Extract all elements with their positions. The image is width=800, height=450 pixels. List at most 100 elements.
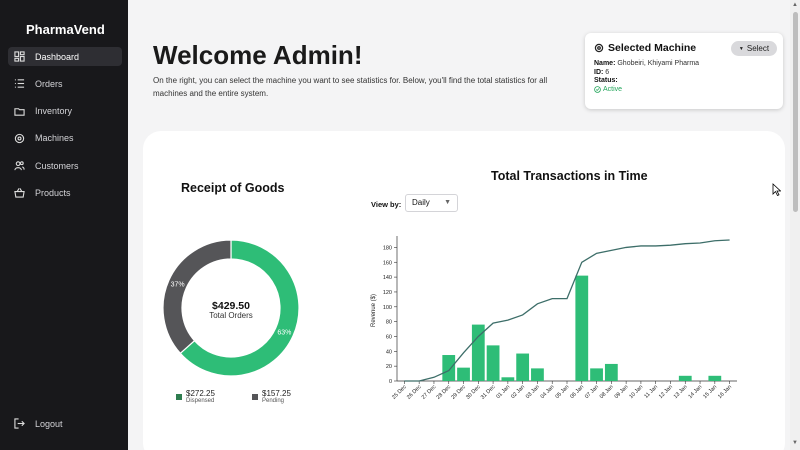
bar-01-jan [501,377,515,381]
y-tick-label: 140 [383,275,392,281]
y-tick-label: 100 [383,305,392,311]
sidebar-item-label: Inventory [35,106,73,117]
mouse-cursor-icon [772,183,781,196]
x-tick-label: 16 Jan [717,384,733,400]
x-tick-label: 15 Jan [702,384,718,400]
sidebar-item-label: Orders [35,78,63,89]
x-tick-label: 28 Dec [436,384,453,401]
logout-button[interactable]: Logout [14,418,63,429]
legend-swatch [176,394,182,400]
y-tick-label: 60 [386,334,392,340]
list-icon [14,79,25,89]
x-tick-label: 03 Jan [525,384,541,400]
legend-name: Dispensed [186,398,215,404]
sidebar-item-orders[interactable]: Orders [8,74,122,93]
machine-id-label: ID: [594,68,604,76]
x-tick-label: 07 Jan [584,384,600,400]
y-tick-label: 180 [383,245,392,251]
x-tick-label: 29 Dec [450,384,467,401]
basket-icon [14,188,25,199]
legend-value: $272.25 [186,389,215,398]
logout-label: Logout [35,418,63,429]
x-tick-label: 13 Jan [673,384,689,400]
chevron-down-icon: ▼ [738,45,744,52]
sidebar-item-products[interactable]: Products [8,183,122,202]
bar-08-jan [604,363,618,381]
y-tick-label: 0 [389,379,392,385]
transactions-chart: 0 20 40 60 80 100 120 140 160 180 Revenue ($) 25 De… [371,236,737,401]
x-tick-label: 14 Jan [688,384,704,400]
bar-07-jan [590,368,603,381]
y-tick-label: 80 [386,320,392,326]
gear-icon [594,43,604,53]
machine-details: Name: Ghobeiri, Khiyami Pharma ID: 6 Sta… [594,60,699,94]
logout-icon [14,418,25,429]
sidebar-item-label: Machines [35,133,74,144]
x-tick-label: 30 Dec [465,384,482,401]
x-tick-label: 27 Dec [421,384,438,401]
x-tick-label: 02 Jan [510,384,526,400]
page-scrollbar[interactable]: ▲ ▼ [790,0,800,450]
x-tick-label: 10 Jan [628,384,644,400]
folder-icon [14,107,25,116]
select-machine-button[interactable]: ▼ Select [731,41,777,56]
bar-13-jan [678,375,692,381]
y-tick-label: 160 [383,260,392,266]
brand-logo: PharmaVend [26,22,105,37]
gear-icon [14,133,25,144]
x-tick-label: 09 Jan [614,384,630,400]
sidebar-item-label: Customers [35,160,79,171]
machine-status-value: Active [603,85,623,93]
bar-29-dec [457,367,470,381]
bar-06-jan [575,275,589,381]
view-by-select[interactable]: Daily ▼ [405,194,458,212]
x-tick-label: 04 Jan [540,384,556,400]
select-machine-label: Select [746,44,770,53]
y-axis-label: Revenue ($) [371,294,377,327]
x-tick-label: 06 Jan [569,384,585,400]
scroll-down-icon[interactable]: ▼ [792,440,798,446]
check-circle-icon [594,86,601,94]
y-tick-label: 20 [386,364,392,370]
x-tick-label: 08 Jan [599,384,615,400]
chevron-down-icon: ▼ [444,199,451,206]
dashboard-icon [14,51,25,62]
sidebar-nav: Dashboard Orders Inventory Machines Cust… [8,47,122,211]
x-tick-label: 12 Jan [658,384,674,400]
sidebar: PharmaVend Dashboard Orders Inventory Ma… [0,0,128,450]
x-tick-label: 25 Dec [391,384,408,401]
x-tick-label: 11 Jan [643,384,659,400]
x-tick-label: 26 Dec [406,384,423,401]
donut-pct-label: 37% [171,282,185,289]
scroll-up-icon[interactable]: ▲ [792,2,798,8]
machine-name-value: Ghobeiri, Khiyami Pharma [617,60,700,67]
machine-card-title: Selected Machine [594,42,696,54]
status-badge: Active [594,86,699,95]
bar-31-dec [486,345,500,381]
receipt-title: Receipt of Goods [181,181,285,195]
legend-item-dispensed: $272.25 Dispensed [176,389,215,404]
selected-machine-card: Selected Machine ▼ Select Name: Ghobeiri… [585,33,783,109]
x-tick-label: 01 Jan [495,384,511,400]
machine-name-label: Name: [594,60,616,67]
bar-02-jan [516,353,530,381]
legend-value: $157.25 [262,389,291,398]
machine-status-label: Status: [594,77,618,84]
sidebar-item-dashboard[interactable]: Dashboard [8,47,122,66]
bar-15-jan [708,375,722,381]
sidebar-item-machines[interactable]: Machines [8,129,122,148]
bar-03-jan [531,368,544,381]
y-tick-label: 120 [383,290,392,296]
sidebar-item-customers[interactable]: Customers [8,156,122,175]
legend-name: Pending [262,398,285,404]
bar-28-dec [442,355,456,381]
sidebar-item-inventory[interactable]: Inventory [8,102,122,121]
scroll-thumb[interactable] [793,12,798,212]
x-tick-label: 31 Dec [480,384,497,401]
donut-pct-label: 63% [277,329,291,336]
view-by-value: Daily [412,198,430,207]
x-tick-label: 05 Jan [554,384,570,400]
donut-slice-pending [162,239,232,355]
page-title: Welcome Admin! [153,40,363,70]
machine-id-value: 6 [605,68,610,76]
